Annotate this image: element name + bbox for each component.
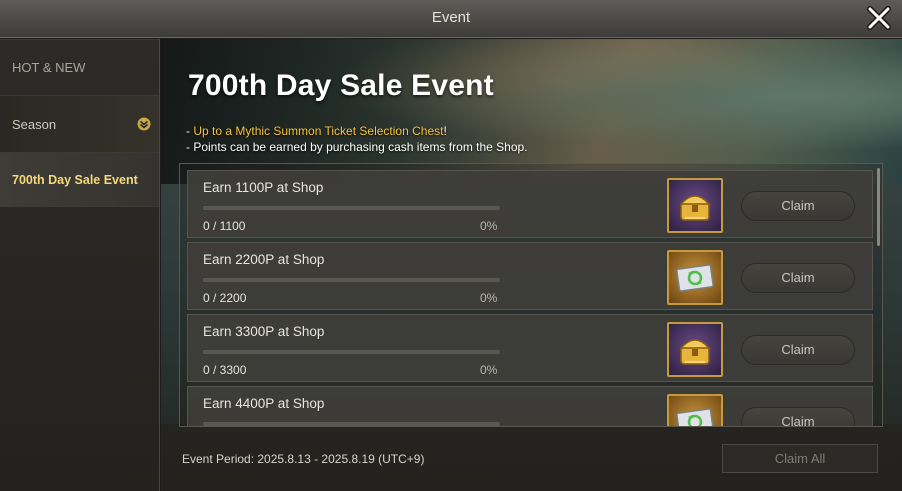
mission-list[interactable]: Earn 1100P at Shop 0 / 1100 0% Claim Ear… bbox=[179, 163, 883, 427]
claim-all-button[interactable]: Claim All bbox=[722, 444, 878, 473]
claim-button[interactable]: Claim bbox=[741, 407, 855, 426]
progress-percent: 0% bbox=[480, 363, 498, 377]
claim-button[interactable]: Claim bbox=[741, 335, 855, 365]
sidebar-item-700th-day-sale-event[interactable]: 700th Day Sale Event bbox=[0, 153, 159, 207]
sidebar: HOT & NEW Season 700th Day Sale Event bbox=[0, 39, 160, 491]
sidebar-item-label: 700th Day Sale Event bbox=[12, 172, 138, 187]
treasure-chest-icon[interactable] bbox=[667, 322, 723, 377]
event-period: Event Period: 2025.8.13 - 2025.8.19 (UTC… bbox=[182, 452, 425, 466]
event-title: 700th Day Sale Event bbox=[188, 69, 494, 102]
progress-percent: 0% bbox=[480, 219, 498, 233]
progress-bar bbox=[203, 350, 500, 354]
progress-count: 0 / 1100 bbox=[203, 219, 246, 233]
mission-row: Earn 3300P at Shop 0 / 3300 0% Claim bbox=[187, 314, 873, 382]
mission-label: Earn 3300P at Shop bbox=[203, 324, 325, 339]
progress-count: 0 / 3300 bbox=[203, 363, 247, 377]
progress-bar bbox=[203, 278, 500, 282]
window-title: Event bbox=[431, 9, 471, 26]
sidebar-item-label: HOT & NEW bbox=[12, 60, 86, 75]
claim-button[interactable]: Claim bbox=[741, 191, 855, 221]
summon-ticket-icon[interactable] bbox=[667, 394, 723, 426]
mission-label: Earn 2200P at Shop bbox=[203, 252, 325, 267]
description-line-1: - Up to a Mythic Summon Ticket Selection… bbox=[186, 123, 528, 139]
treasure-chest-icon[interactable] bbox=[667, 178, 723, 233]
sidebar-item-hot-new[interactable]: HOT & NEW bbox=[0, 39, 159, 96]
progress-bar bbox=[203, 206, 500, 210]
chevron-down-icon bbox=[137, 117, 151, 131]
scrollbar[interactable] bbox=[877, 168, 880, 246]
progress-bar bbox=[203, 422, 500, 426]
claim-button[interactable]: Claim bbox=[741, 263, 855, 293]
window-titlebar: Event bbox=[0, 0, 902, 38]
event-description: - Up to a Mythic Summon Ticket Selection… bbox=[186, 123, 528, 155]
description-highlight: Up to a Mythic Summon Ticket Selection C… bbox=[193, 124, 444, 138]
summon-ticket-icon[interactable] bbox=[667, 250, 723, 305]
event-content-panel: 700th Day Sale Event - Up to a Mythic Su… bbox=[161, 39, 902, 491]
mission-label: Earn 4400P at Shop bbox=[203, 396, 325, 411]
mission-label: Earn 1100P at Shop bbox=[203, 180, 324, 195]
mission-row: Earn 4400P at Shop Claim bbox=[187, 386, 873, 426]
progress-count: 0 / 2200 bbox=[203, 291, 247, 305]
description-line-1-suffix: ! bbox=[443, 124, 447, 138]
sidebar-item-label: Season bbox=[12, 116, 57, 132]
mission-row: Earn 2200P at Shop 0 / 2200 0% Claim bbox=[187, 242, 873, 310]
close-icon[interactable] bbox=[864, 3, 894, 33]
progress-percent: 0% bbox=[480, 291, 498, 305]
mission-row: Earn 1100P at Shop 0 / 1100 0% Claim bbox=[187, 170, 873, 238]
sidebar-item-season[interactable]: Season bbox=[0, 96, 159, 153]
description-line-2: - Points can be earned by purchasing cas… bbox=[186, 140, 528, 154]
